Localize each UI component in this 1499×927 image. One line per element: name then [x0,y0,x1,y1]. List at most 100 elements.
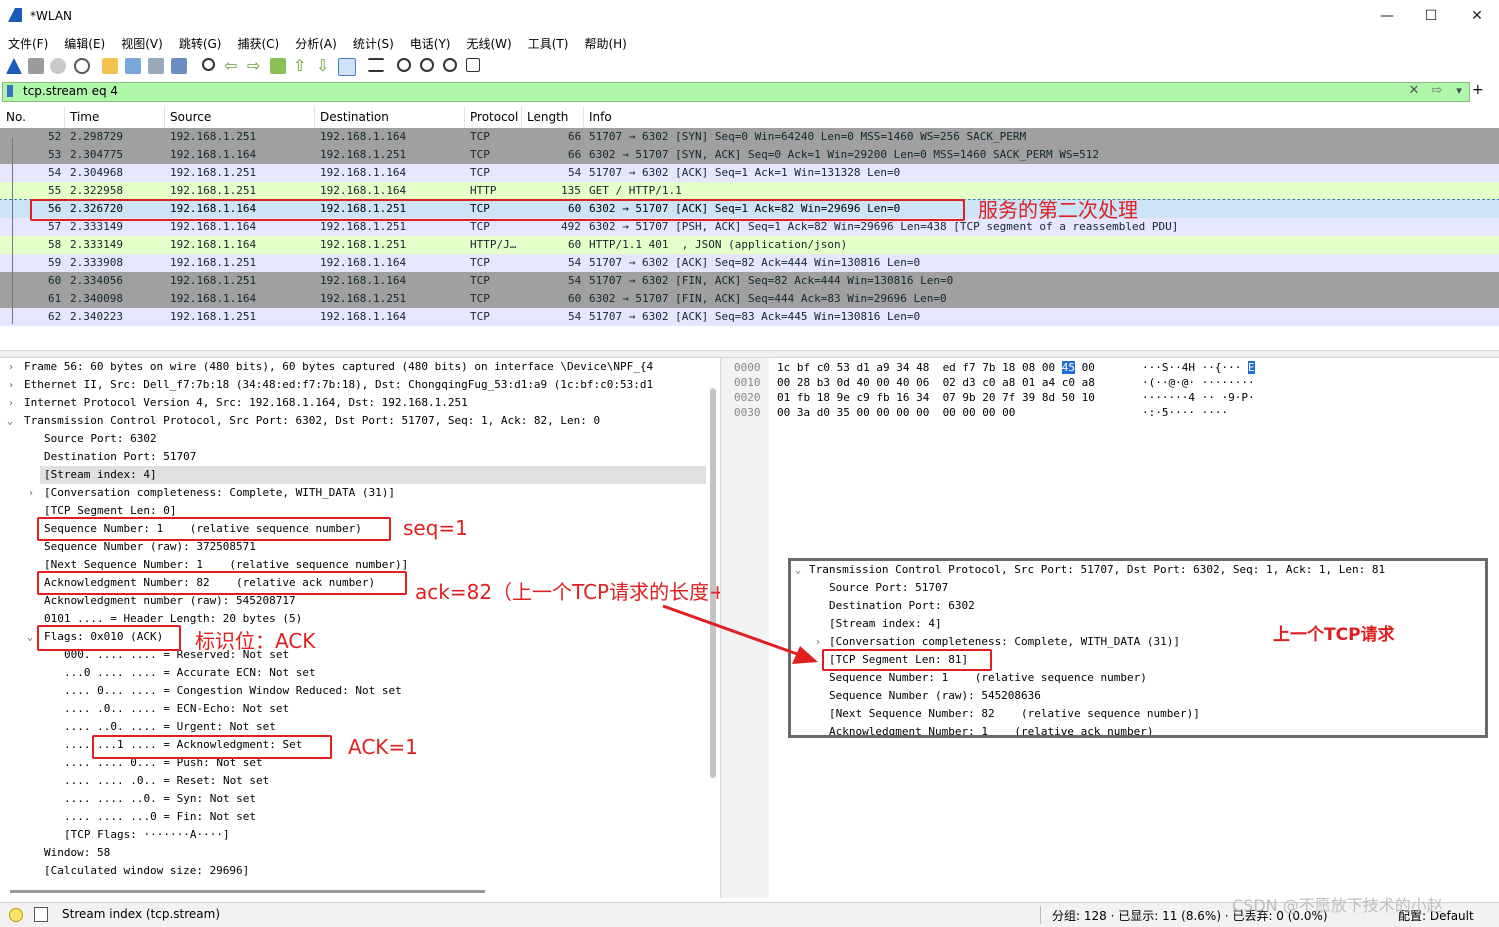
flag-fin[interactable]: .... .... ...0 = Fin: Not set [64,808,256,826]
add-filter-button[interactable]: + [1472,82,1484,98]
flag-cwr[interactable]: .... 0... .... = Congestion Window Reduc… [64,682,402,700]
details-horizontal-scrollbar[interactable] [10,890,485,893]
pane-splitter[interactable] [0,350,1499,358]
bytes-hex[interactable]: 00 3a d0 35 00 00 00 00 00 00 00 00 [777,405,1015,420]
capture-comment-icon[interactable] [34,907,48,922]
go-to-packet-icon[interactable] [270,58,286,74]
packet-row[interactable]: 53 2.304775 192.168.1.164 192.168.1.251 TCP 6… [0,146,1499,164]
menu-telephony[interactable]: 电话(Y) [402,32,459,55]
reload-file-icon[interactable] [171,58,187,74]
menu-capture[interactable]: 捕获(C) [229,32,287,55]
packet-row[interactable]: 55 2.322958 192.168.1.251 192.168.1.164 HTTP… [0,182,1499,200]
flag-syn[interactable]: .... .... ..0. = Syn: Not set [64,790,256,808]
tcp-source-port[interactable]: Source Port: 6302 [44,430,157,448]
display-filter-input[interactable]: tcp.stream eq 4 [23,84,118,98]
normal-size-icon[interactable] [443,58,457,72]
packet-row[interactable]: 61 2.340098 192.168.1.164 192.168.1.251 TCP 6… [0,290,1499,308]
flag-ecn-echo[interactable]: .... .0.. .... = ECN-Echo: Not set [64,700,289,718]
bytes-hex[interactable]: 00 28 b3 0d 40 00 40 06 02 d3 c0 a8 01 a… [777,375,1095,390]
go-forward-icon[interactable]: ⇨ [247,58,263,74]
menu-file[interactable]: 文件(F) [0,32,56,55]
popup-destination-port[interactable]: Destination Port: 6302 [829,597,975,615]
tree-frame[interactable]: Frame 56: 60 bytes on wire (480 bits), 6… [24,358,653,376]
packet-row[interactable]: 58 2.333149 192.168.1.164 192.168.1.251 HTTP… [0,236,1499,254]
bytes-ascii[interactable]: ·······4 ·· ·9·P· [1142,390,1255,405]
packet-row[interactable]: 54 2.304968 192.168.1.251 192.168.1.164 TCP 5… [0,164,1499,182]
minimize-button[interactable]: — [1365,4,1409,28]
col-info[interactable]: Info [589,110,612,124]
menu-view[interactable]: 视图(V) [113,32,171,55]
bytes-ascii[interactable]: ·(··@·@· ········ [1142,375,1255,390]
find-packet-icon[interactable] [202,58,215,71]
tcp-calculated-window[interactable]: [Calculated window size: 29696] [44,862,249,880]
menu-tools[interactable]: 工具(T) [520,32,577,55]
menu-go[interactable]: 跳转(G) [171,32,230,55]
go-back-icon[interactable]: ⇦ [224,58,240,74]
tcp-window[interactable]: Window: 58 [44,844,110,862]
bytes-ascii-row[interactable]: ···S··4H ··{··· E [1142,360,1255,375]
tcp-flags-summary[interactable]: [TCP Flags: ·······A····] [64,826,230,844]
resize-columns-icon[interactable] [466,58,480,72]
bookmark-icon[interactable] [7,85,13,97]
restart-capture-icon[interactable] [50,58,66,74]
tree-ip[interactable]: Internet Protocol Version 4, Src: 192.16… [24,394,468,412]
close-button[interactable]: ✕ [1455,4,1499,28]
popup-stream-index[interactable]: [Stream index: 4] [829,615,942,633]
maximize-button[interactable]: ☐ [1409,4,1453,28]
start-capture-icon[interactable] [6,58,22,74]
popup-ack-number[interactable]: Acknowledgment Number: 1 (relative ack n… [829,723,1154,735]
packet-row[interactable]: 52 2.298729 192.168.1.251 192.168.1.164 TCP 6… [0,128,1499,146]
popup-sequence-number[interactable]: Sequence Number: 1 (relative sequence nu… [829,669,1147,687]
filter-history-dropdown-icon[interactable]: ▾ [1453,83,1465,99]
flag-reset[interactable]: .... .... .0.. = Reset: Not set [64,772,269,790]
col-destination[interactable]: Destination [320,110,389,124]
tcp-stream-index[interactable]: [Stream index: 4] [40,466,706,484]
autoscroll-icon[interactable] [338,58,356,76]
tcp-destination-port[interactable]: Destination Port: 51707 [44,448,196,466]
packet-destination: 192.168.1.164 [320,130,407,143]
bytes-hex-selected[interactable]: 45 [1061,361,1076,374]
menu-analyze[interactable]: 分析(A) [287,32,345,55]
apply-filter-icon[interactable]: ⇨ [1425,83,1449,99]
menu-statistics[interactable]: 统计(S) [345,32,402,55]
bytes-hex-row[interactable]: 1c bf c0 53 d1 a9 34 48 ed f7 7b 18 08 0… [777,360,1095,375]
packet-no: 62 [48,310,62,323]
close-file-icon[interactable] [148,58,164,74]
open-file-icon[interactable] [102,58,118,74]
save-file-icon[interactable] [125,58,141,74]
stop-capture-icon[interactable] [28,58,44,74]
col-source[interactable]: Source [170,110,211,124]
flag-urgent[interactable]: .... ..0. .... = Urgent: Not set [64,718,276,736]
popup-next-sequence[interactable]: [Next Sequence Number: 82 (relative sequ… [829,705,1200,723]
col-length[interactable]: Length [527,110,568,124]
zoom-in-icon[interactable] [397,58,411,72]
tcp-conversation-completeness[interactable]: [Conversation completeness: Complete, WI… [44,484,395,502]
tree-tcp[interactable]: Transmission Control Protocol, Src Port:… [24,412,600,430]
last-packet-icon[interactable]: ⇩ [316,58,332,74]
bytes-ascii-selected[interactable]: E [1247,361,1255,374]
bytes-ascii[interactable]: ·:·5···· ···· [1142,405,1228,420]
clear-filter-icon[interactable]: ✕ [1407,83,1421,99]
capture-options-icon[interactable] [74,58,90,74]
display-filter-bar[interactable]: tcp.stream eq 4 ✕ ⇨ ▾ [2,82,1470,102]
col-no[interactable]: No. [6,110,26,124]
popup-tree-tcp[interactable]: Transmission Control Protocol, Src Port:… [809,561,1385,579]
colorize-icon[interactable] [368,58,384,72]
packet-row[interactable]: 62 2.340223 192.168.1.251 192.168.1.164 TCP 5… [0,308,1499,326]
packet-row[interactable]: 59 2.333908 192.168.1.251 192.168.1.164 TCP 5… [0,254,1499,272]
menu-wireless[interactable]: 无线(W) [459,32,520,55]
flag-accurate-ecn[interactable]: ...0 .... .... = Accurate ECN: Not set [64,664,316,682]
menu-edit[interactable]: 编辑(E) [56,32,113,55]
packet-row[interactable]: 60 2.334056 192.168.1.251 192.168.1.164 TCP 5… [0,272,1499,290]
tree-ethernet[interactable]: Ethernet II, Src: Dell_f7:7b:18 (34:48:e… [24,376,653,394]
zoom-out-icon[interactable] [420,58,434,72]
menu-help[interactable]: 帮助(H) [576,32,634,55]
expert-info-icon[interactable] [9,908,23,922]
popup-sequence-raw[interactable]: Sequence Number (raw): 545208636 [829,687,1041,705]
col-time[interactable]: Time [70,110,99,124]
col-protocol[interactable]: Protocol [470,110,518,124]
bytes-hex[interactable]: 01 fb 18 9e c9 fb 16 34 07 9b 20 7f 39 8… [777,390,1095,405]
details-vertical-scrollbar[interactable] [708,358,718,778]
popup-source-port[interactable]: Source Port: 51707 [829,579,948,597]
first-packet-icon[interactable]: ⇧ [293,58,309,74]
